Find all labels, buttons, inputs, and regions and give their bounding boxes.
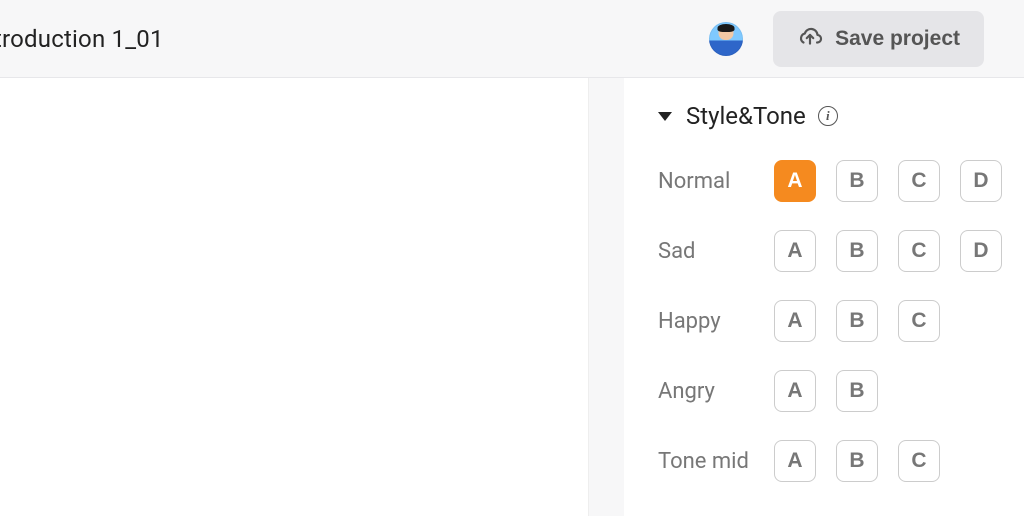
tone-options: AB (774, 370, 878, 412)
tone-row: AngryAB (658, 370, 1024, 412)
tone-row-label: Tone mid (658, 449, 774, 474)
tone-options: ABC (774, 300, 940, 342)
tone-option-button[interactable]: A (774, 440, 816, 482)
save-project-label: Save project (835, 27, 960, 51)
tone-option-button[interactable]: B (836, 440, 878, 482)
avatar[interactable] (709, 22, 743, 56)
tone-row: SadABCD (658, 230, 1024, 272)
tone-option-button[interactable]: B (836, 300, 878, 342)
tone-option-button[interactable]: C (898, 230, 940, 272)
tone-row-label: Happy (658, 309, 774, 334)
tone-options: ABCD (774, 230, 1002, 272)
section-title: Style&Tone i (686, 102, 838, 130)
tone-grid: NormalABCDSadABCDHappyABCAngryABTone mid… (658, 160, 1024, 482)
tone-option-button[interactable]: A (774, 160, 816, 202)
tone-option-button[interactable]: B (836, 230, 878, 272)
tone-row-label: Angry (658, 379, 774, 404)
save-project-button[interactable]: Save project (773, 11, 984, 67)
tone-option-button[interactable]: C (898, 440, 940, 482)
style-tone-panel: Style&Tone i NormalABCDSadABCDHappyABCAn… (624, 78, 1024, 516)
tone-row: Tone midABC (658, 440, 1024, 482)
section-header[interactable]: Style&Tone i (658, 102, 1024, 130)
panel-gap (588, 78, 624, 516)
content-area: Style&Tone i NormalABCDSadABCDHappyABCAn… (0, 78, 1024, 516)
tone-option-button[interactable]: D (960, 230, 1002, 272)
cloud-upload-icon (797, 23, 823, 55)
tone-options: ABCD (774, 160, 1002, 202)
tone-row: HappyABC (658, 300, 1024, 342)
tone-option-button[interactable]: B (836, 160, 878, 202)
app-header: troduction 1_01 Save project (0, 0, 1024, 78)
chevron-down-icon (658, 112, 672, 121)
tone-option-button[interactable]: A (774, 370, 816, 412)
tone-row: NormalABCD (658, 160, 1024, 202)
tone-option-button[interactable]: C (898, 300, 940, 342)
tone-options: ABC (774, 440, 940, 482)
tone-option-button[interactable]: D (960, 160, 1002, 202)
tone-row-label: Sad (658, 239, 774, 264)
tone-option-button[interactable]: A (774, 300, 816, 342)
main-canvas (0, 78, 588, 516)
tone-row-label: Normal (658, 169, 774, 194)
project-title: troduction 1_01 (0, 25, 164, 53)
info-icon[interactable]: i (818, 106, 838, 126)
tone-option-button[interactable]: A (774, 230, 816, 272)
tone-option-button[interactable]: C (898, 160, 940, 202)
tone-option-button[interactable]: B (836, 370, 878, 412)
